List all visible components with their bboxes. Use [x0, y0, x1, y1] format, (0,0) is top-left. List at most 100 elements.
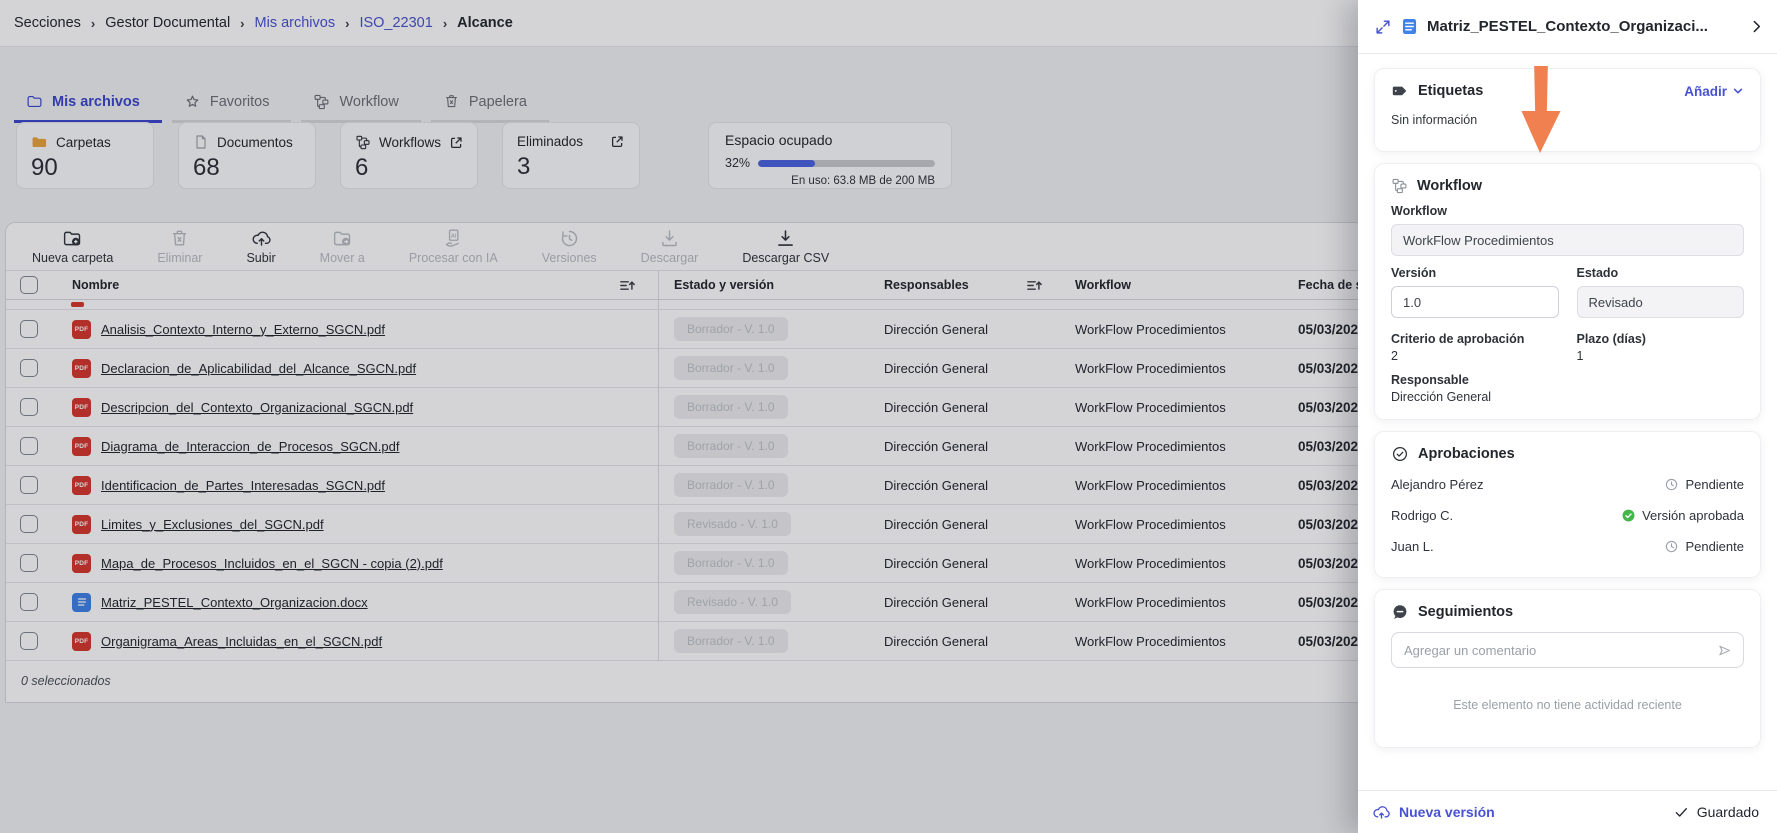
breadcrumb-mis-archivos[interactable]: Mis archivos [255, 15, 336, 31]
responsable-value: Dirección General [1391, 390, 1744, 404]
comment-icon [1391, 603, 1409, 621]
button-label: Eliminar [157, 251, 202, 265]
add-tag-button[interactable]: Añadir [1684, 84, 1744, 99]
check-circle-filled-icon [1621, 508, 1636, 523]
row-checkbox[interactable] [20, 593, 38, 611]
doc-icon [1402, 18, 1417, 35]
workflow-icon [313, 93, 330, 110]
responsable-value: Dirección General [884, 478, 988, 493]
ai-document-icon: AI [443, 228, 464, 249]
approval-status: Pendiente [1685, 477, 1744, 492]
file-name-link[interactable]: Limites_y_Exclusiones_del_SGCN.pdf [101, 517, 324, 532]
column-header-nombre: Nombre [72, 278, 119, 292]
row-checkbox[interactable] [20, 398, 38, 416]
row-checkbox[interactable] [20, 476, 38, 494]
comment-input[interactable] [1404, 643, 1716, 658]
tags-empty-text: Sin información [1391, 113, 1744, 127]
download-icon [659, 228, 680, 249]
version-input[interactable] [1391, 286, 1559, 318]
file-name-link[interactable]: Organigrama_Areas_Incluidas_en_el_SGCN.p… [101, 634, 382, 649]
button-label: Nueva carpeta [32, 251, 113, 265]
workflow-value: WorkFlow Procedimientos [1063, 634, 1281, 649]
file-name-link[interactable]: Diagrama_de_Interaccion_de_Procesos_SGCN… [101, 439, 399, 454]
cloud-upload-icon [251, 228, 272, 249]
chevron-right-icon[interactable] [1748, 18, 1765, 35]
column-divider [658, 271, 659, 661]
responsable-value: Dirección General [884, 517, 988, 532]
stat-card-eliminados: Eliminados 3 [502, 122, 640, 189]
pdf-icon: PDF [72, 476, 91, 495]
row-checkbox[interactable] [20, 359, 38, 377]
activity-empty-text: Este elemento no tiene actividad recient… [1391, 698, 1744, 712]
versions-button[interactable]: Versiones [542, 228, 597, 265]
stat-value: 90 [31, 154, 139, 182]
breadcrumb-separator: › [240, 16, 244, 31]
approval-row: Rodrigo C. Versión aprobada [1391, 500, 1744, 531]
status-badge: Borrador - V. 1.0 [674, 629, 788, 653]
estado-input [1577, 286, 1745, 318]
approval-row: Alejandro Pérez Pendiente [1391, 469, 1744, 500]
process-ai-button[interactable]: AI Procesar con IA [409, 228, 498, 265]
folder-plus-icon [62, 228, 83, 249]
panel-title: Matriz_PESTEL_Contexto_Organizaci... [1427, 18, 1738, 35]
sort-icon[interactable] [618, 278, 636, 293]
move-to-button[interactable]: Mover a [320, 228, 365, 265]
approver-name: Alejandro Pérez [1391, 477, 1484, 492]
new-folder-button[interactable]: Nueva carpeta [32, 228, 113, 265]
tag-icon [1391, 82, 1409, 100]
external-link-icon[interactable] [610, 134, 625, 149]
row-checkbox[interactable] [20, 320, 38, 338]
breadcrumb-separator: › [345, 16, 349, 31]
breadcrumb-gestor-documental: Gestor Documental [105, 15, 230, 31]
delete-button[interactable]: Eliminar [157, 228, 202, 265]
estado-label: Estado [1577, 266, 1745, 280]
breadcrumb-separator: › [443, 16, 447, 31]
status-badge: Borrador - V. 1.0 [674, 551, 788, 575]
version-label: Versión [1391, 266, 1559, 280]
docx-icon [72, 593, 91, 612]
tab-mis-archivos[interactable]: Mis archivos [14, 84, 162, 123]
status-badge: Revisado - V. 1.0 [674, 512, 791, 536]
external-link-icon[interactable] [449, 135, 464, 150]
download-button[interactable]: Descargar [641, 228, 699, 265]
breadcrumb: Secciones › Gestor Documental › Mis arch… [14, 15, 513, 31]
row-checkbox[interactable] [20, 515, 38, 533]
sort-icon[interactable] [1025, 278, 1043, 293]
responsable-value: Dirección General [884, 634, 988, 649]
tab-label: Papelera [469, 94, 527, 110]
upload-button[interactable]: Subir [246, 228, 275, 265]
tab-papelera[interactable]: Papelera [431, 84, 549, 123]
responsable-value: Dirección General [884, 361, 988, 376]
comment-input-wrap [1391, 632, 1744, 668]
pdf-icon: PDF [72, 320, 91, 339]
stat-card-workflows: Workflows 6 [340, 122, 478, 189]
file-name-link[interactable]: Mapa_de_Procesos_Incluidos_en_el_SGCN - … [101, 556, 443, 571]
file-name-link[interactable]: Matriz_PESTEL_Contexto_Organizacion.docx [101, 595, 368, 610]
tab-favoritos[interactable]: Favoritos [172, 84, 292, 123]
app: Secciones › Gestor Documental › Mis arch… [0, 0, 1777, 833]
new-version-button[interactable]: Nueva versión [1372, 803, 1495, 822]
storage-usage: En uso: 63.8 MB de 200 MB [725, 175, 935, 187]
trash-icon [443, 93, 460, 110]
file-name-link[interactable]: Identificacion_de_Partes_Interesadas_SGC… [101, 478, 385, 493]
tab-workflow[interactable]: Workflow [301, 84, 420, 123]
expand-icon[interactable] [1374, 18, 1392, 36]
panel-body: Etiquetas Añadir Sin información [1358, 54, 1777, 790]
row-checkbox[interactable] [20, 632, 38, 650]
file-icon [193, 134, 209, 150]
row-checkbox[interactable] [20, 554, 38, 572]
row-checkbox[interactable] [20, 437, 38, 455]
file-name-link[interactable]: Declaracion_de_Aplicabilidad_del_Alcance… [101, 361, 416, 376]
send-icon[interactable] [1716, 642, 1733, 659]
workflow-card: Workflow Workflow Versión Estado [1374, 163, 1761, 420]
select-all-checkbox[interactable] [20, 276, 38, 294]
plazo-value: 1 [1577, 349, 1745, 363]
check-circle-icon [1391, 445, 1409, 463]
file-name-link[interactable]: Descripcion_del_Contexto_Organizacional_… [101, 400, 413, 415]
pdf-icon: PDF [72, 437, 91, 456]
progress-percent: 32% [725, 156, 750, 170]
download-csv-button[interactable]: Descargar CSV [742, 228, 829, 265]
workflow-name-input [1391, 224, 1744, 256]
breadcrumb-iso-22301[interactable]: ISO_22301 [359, 15, 432, 31]
file-name-link[interactable]: Analisis_Contexto_Interno_y_Externo_SGCN… [101, 322, 385, 337]
